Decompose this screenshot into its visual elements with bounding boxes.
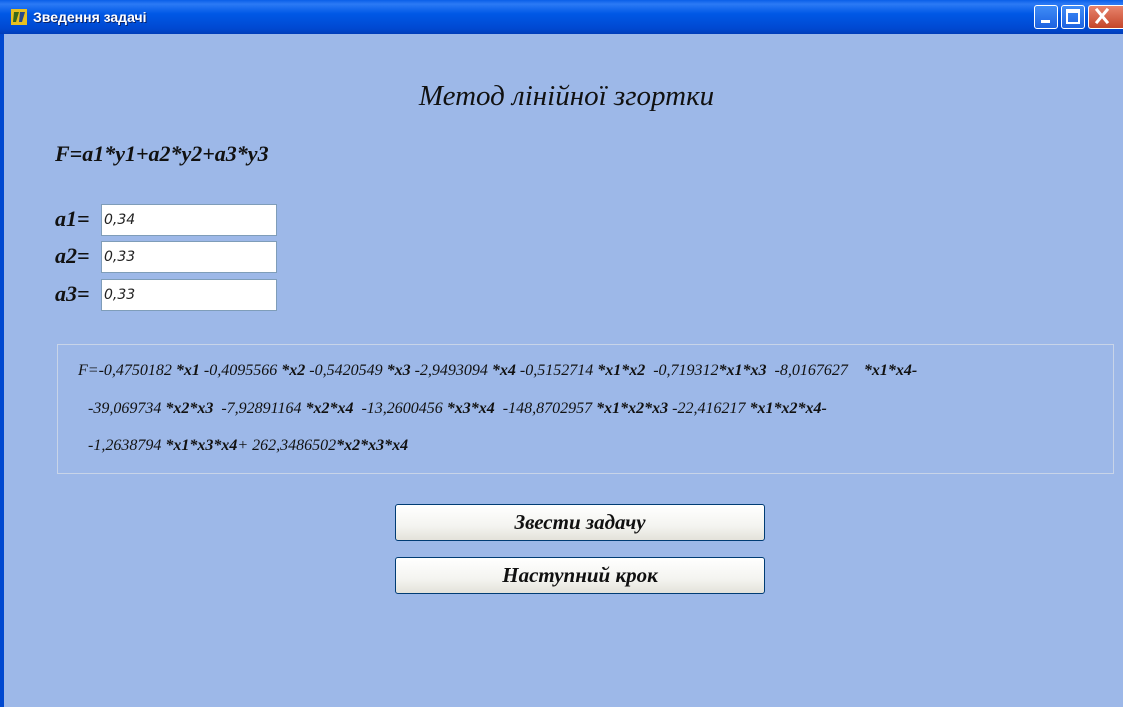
maximize-button[interactable] xyxy=(1061,5,1085,29)
coef-a1-input[interactable] xyxy=(101,204,277,236)
result-panel: F=-0,4750182 *x1 -0,4095566 *x2 -0,54205… xyxy=(57,344,1114,474)
result-term-variable: *x3*x4 xyxy=(446,400,495,417)
result-term-variable: *x1*x3 xyxy=(718,362,767,379)
coef-a2-input[interactable] xyxy=(101,241,277,273)
main-window: Зведення задачі Метод лінійної згортки F… xyxy=(0,0,1123,707)
result-term-coefficient: -13,2600456 xyxy=(353,400,447,417)
window-left-border xyxy=(0,34,4,707)
minimize-icon xyxy=(1041,20,1050,23)
result-term-variable: *x1*x2*x4- xyxy=(749,400,827,417)
next-step-button[interactable]: Наступний крок xyxy=(395,557,765,594)
result-term-variable: *x2*x4 xyxy=(305,400,354,417)
result-term-variable: *x2*x3 xyxy=(165,400,214,417)
result-term-variable: *x1 xyxy=(175,362,200,379)
result-term-coefficient: -39,069734 xyxy=(88,400,166,417)
maximize-icon xyxy=(1066,9,1080,24)
window-title: Зведення задачі xyxy=(33,9,147,25)
reduce-task-button[interactable]: Звести задачу xyxy=(395,504,765,541)
result-line-3: -1,2638794 *x1*x3*x4+ 262,3486502*x2*x3*… xyxy=(88,437,408,455)
close-icon xyxy=(1094,7,1110,25)
minimize-button[interactable] xyxy=(1034,5,1058,29)
result-term-coefficient: -8,0167627 xyxy=(766,362,864,379)
coef-a3-input[interactable] xyxy=(101,279,277,311)
result-term-coefficient: -1,2638794 xyxy=(88,437,166,454)
result-term-coefficient: -0,719312 xyxy=(645,362,719,379)
result-term-variable: *x1*x2*x3 xyxy=(596,400,669,417)
result-line-2: -39,069734 *x2*x3 -7,92891164 *x2*x4 -13… xyxy=(88,400,827,418)
page-heading: Метод лінійної згортки xyxy=(418,80,715,112)
result-term-coefficient: -0,5420549 xyxy=(305,362,387,379)
result-term-coefficient: -0,5152714 xyxy=(515,362,598,379)
result-term-coefficient: -7,92891164 xyxy=(213,400,306,417)
result-term-coefficient: -148,8702957 xyxy=(494,400,597,417)
coef-a3-label: a3= xyxy=(55,281,90,306)
result-term-coefficient: -2,9493094 xyxy=(410,362,492,379)
objective-formula: F=a1*y1+a2*y2+a3*y3 xyxy=(55,141,269,166)
coef-a2-label: a2= xyxy=(55,243,90,268)
title-bar[interactable]: Зведення задачі xyxy=(0,0,1123,34)
coef-a1-label: a1= xyxy=(55,206,90,231)
result-term-variable: *x1*x3*x4 xyxy=(165,437,238,454)
result-term-coefficient: -0,4095566 xyxy=(199,362,282,379)
result-term-variable: *x1*x2 xyxy=(597,362,646,379)
result-line-1: F=-0,4750182 *x1 -0,4095566 *x2 -0,54205… xyxy=(78,362,917,380)
result-term-variable: *x3 xyxy=(386,362,411,379)
close-button[interactable] xyxy=(1088,5,1123,29)
result-term-variable: *x2 xyxy=(281,362,306,379)
result-term-variable: *x1*x4- xyxy=(863,362,918,379)
result-term-variable: *x2*x3*x4 xyxy=(336,437,409,454)
result-term-coefficient: -22,416217 xyxy=(668,400,750,417)
result-term-variable: *x4 xyxy=(491,362,516,379)
result-term-coefficient: + 262,3486502 xyxy=(237,437,337,454)
result-term-coefficient: F=-0,4750182 xyxy=(78,362,176,379)
app-icon xyxy=(11,9,27,25)
